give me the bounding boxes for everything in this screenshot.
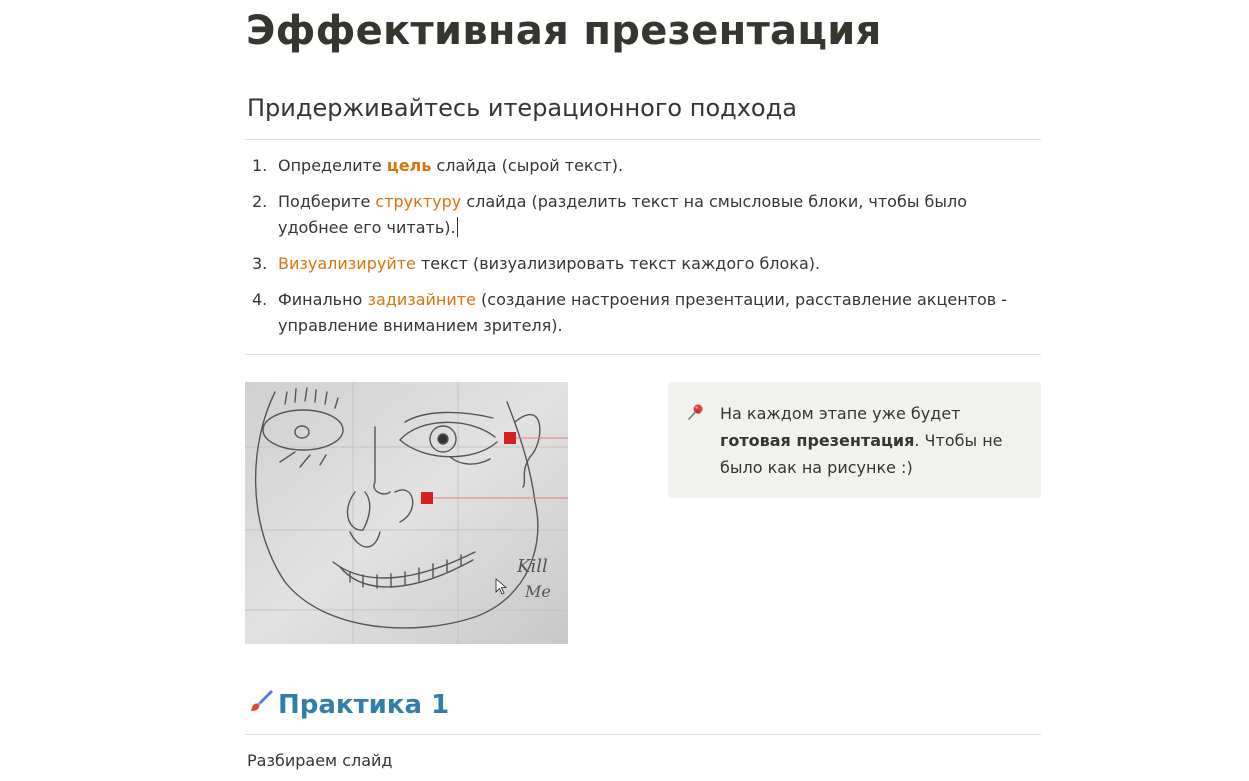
practice-description: Разбираем слайд <box>247 751 393 770</box>
step-text: Подберите <box>278 192 376 211</box>
steps-list: 1. Определите цель слайда (сырой текст).… <box>245 153 1041 349</box>
pushpin-icon <box>686 402 706 430</box>
highlight-word: Визуализируйте <box>278 254 416 273</box>
practice-heading: Практика 1 <box>248 688 449 721</box>
highlight-word: задизайните <box>367 290 476 309</box>
list-item: 1. Определите цель слайда (сырой текст). <box>245 153 1041 179</box>
paintbrush-icon <box>248 688 274 721</box>
list-item: 4. Финально задизайните (создание настро… <box>245 287 1041 339</box>
list-number: 2. <box>252 192 268 211</box>
list-number: 4. <box>252 290 268 309</box>
list-number: 3. <box>252 254 268 273</box>
step-text: слайда (сырой текст). <box>431 156 624 175</box>
callout-block: На каждом этапе уже будет готовая презен… <box>668 382 1041 498</box>
marker-square <box>504 432 516 444</box>
divider-top <box>245 139 1041 140</box>
step-text: текст (визуализировать текст каждого бло… <box>415 254 821 273</box>
callout-text: На каждом этапе уже будет <box>720 404 961 423</box>
divider-middle <box>245 354 1041 355</box>
sketch-text-line2: Me <box>524 582 551 601</box>
highlight-word: цель <box>386 156 432 175</box>
face-sketch-image: Kill Me <box>245 382 568 644</box>
practice-heading-text: Практика 1 <box>278 689 450 720</box>
list-item: 2. Подберите структуру слайда (разделить… <box>245 189 1041 241</box>
step-text: Финально <box>278 290 368 309</box>
marker-square <box>421 492 433 504</box>
step-text: Определите <box>278 156 387 175</box>
list-number: 1. <box>252 156 268 175</box>
callout-bold-text: готовая презентация <box>720 431 915 450</box>
section-heading: Придерживайтесь итерационного подхода <box>247 94 797 122</box>
text-cursor <box>456 217 458 237</box>
highlight-word: структуру <box>375 192 462 211</box>
sketch-text-line1: Kill <box>516 556 548 577</box>
divider-bottom <box>245 734 1041 735</box>
page-title: Эффективная презентация <box>246 8 882 54</box>
list-item: 3. Визуализируйте текст (визуализировать… <box>245 251 1041 277</box>
